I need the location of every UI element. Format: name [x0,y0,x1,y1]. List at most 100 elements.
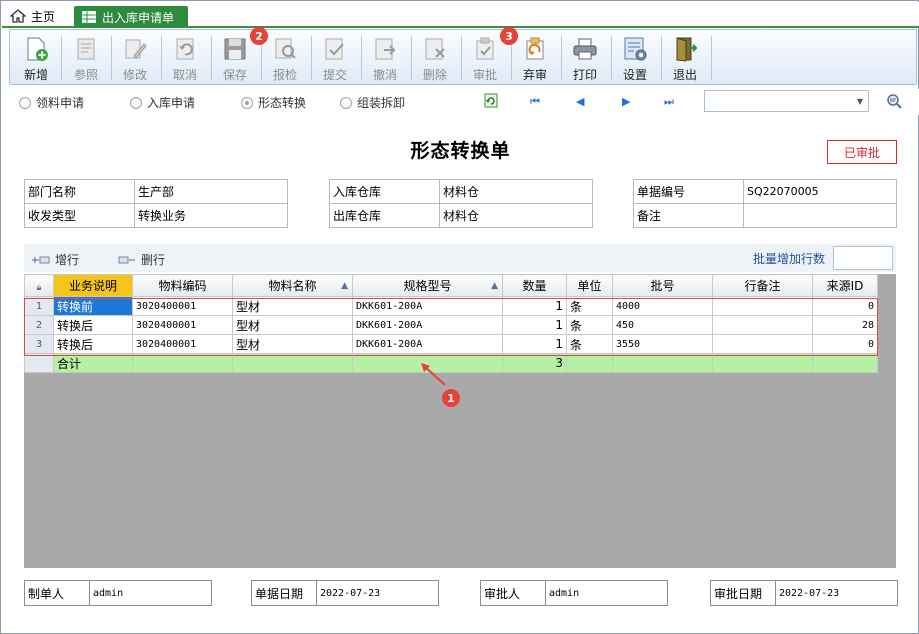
cell-spec[interactable]: DKK601-200A [352,315,503,335]
search-config-icon[interactable] [886,93,904,109]
add-row-icon [32,255,50,265]
cell-source-id[interactable]: 0 [812,296,878,316]
cell-quantity[interactable]: 1 [502,296,567,316]
cell-business-desc[interactable]: 转换前 [53,296,133,316]
info-table-warehouse: 入库仓库 材料仓 出库仓库 材料仓 [329,179,593,228]
delete-row-button[interactable]: 删行 [118,251,165,268]
cell-batch[interactable]: 3550 [612,334,713,354]
cell-material-code[interactable]: 3020400001 [132,296,233,316]
col-header[interactable]: 批号 [612,274,713,297]
inspect-button[interactable]: 报检 [261,32,309,84]
cell-business-desc[interactable]: 转换后 [53,334,133,354]
table-row[interactable]: 3 转换后 3020400001 型材 DKK601-200A 1 条 3550… [24,334,878,354]
settings-button[interactable]: 设置 [611,32,659,84]
in-warehouse-field[interactable]: 材料仓 [439,179,593,204]
col-header[interactable]: 行备注 [712,274,813,297]
new-button[interactable]: 新增 [12,32,60,84]
col-header[interactable]: 单位 [566,274,613,297]
chevron-down-icon[interactable]: ▼ [852,91,868,111]
row-number[interactable]: 1 [24,296,54,316]
footer-approver: 审批人 admin [480,580,668,606]
row-number[interactable]: 3 [24,334,54,354]
col-header[interactable]: 规格型号 ▲ [352,274,503,297]
approve-date-field[interactable]: 2022-07-23 [775,580,898,606]
cell-unit[interactable]: 条 [566,334,613,354]
cell-batch[interactable]: 4000 [612,296,713,316]
cell-row-remark[interactable] [712,296,813,316]
batch-add-label: 批量增加行数 [753,252,826,266]
radio-form-conversion[interactable]: 形态转换 [241,94,306,111]
cell-material-name[interactable]: 型材 [232,296,353,316]
last-record-button[interactable]: ⏭ [664,95,674,109]
revoke-label: 撤消 [372,68,397,82]
tab-bar: 主页 出入库申请单 [2,2,919,28]
cell-material-name[interactable]: 型材 [232,315,353,335]
row-indicator-header[interactable]: 🔒︎ [24,274,54,297]
cell-material-name[interactable]: 型材 [232,334,353,354]
tab-home[interactable]: 主页 [10,6,55,26]
creator-field[interactable]: admin [89,580,212,606]
delete-row-label: 删行 [141,253,166,267]
next-record-button[interactable]: ▶ [622,95,630,108]
radio-label: 组装拆卸 [357,96,406,110]
cell-quantity[interactable]: 1 [502,334,567,354]
revoke-button[interactable]: 撤消 [361,32,409,84]
delete-label: 删除 [422,68,447,82]
print-button[interactable]: 打印 [561,32,609,84]
unapprove-button[interactable]: 弃审 [511,32,559,84]
cell-spec[interactable]: DKK601-200A [352,296,503,316]
cell-row-remark[interactable] [712,315,813,335]
cell-spec[interactable]: DKK601-200A [352,334,503,354]
batch-add-input[interactable] [833,246,893,270]
radio-assembly-disassembly[interactable]: 组装拆卸 [340,94,405,111]
page-title: 形态转换单 [410,140,511,162]
radio-inbound-request[interactable]: 入库申请 [130,94,195,111]
total-row: 合计 3 [24,353,878,373]
table-icon [82,11,96,23]
doc-number-field[interactable]: SQ22070005 [743,179,897,204]
reference-button[interactable]: 参照 [62,32,110,84]
remark-field[interactable] [743,203,897,228]
row-number[interactable]: 2 [24,315,54,335]
print-label: 打印 [572,68,597,82]
cancel-button[interactable]: 取消 [161,32,209,84]
exit-button[interactable]: 退出 [661,32,709,84]
col-header[interactable]: 来源ID [812,274,878,297]
cell-unit[interactable]: 条 [566,296,613,316]
col-header[interactable]: 物料名称 ▲ [232,274,353,297]
submit-button[interactable]: 提交 [311,32,359,84]
cell-material-code[interactable]: 3020400001 [132,334,233,354]
approver-field[interactable]: admin [545,580,668,606]
cell-source-id[interactable]: 28 [812,315,878,335]
delete-button[interactable]: 删除 [411,32,459,84]
department-field[interactable]: 生产部 [134,179,288,204]
cell-business-desc[interactable]: 转换后 [53,315,133,335]
record-combo[interactable]: ▼ [704,90,869,112]
edit-button[interactable]: 修改 [111,32,159,84]
col-header[interactable]: 数量 [502,274,567,297]
cell-batch[interactable]: 450 [612,315,713,335]
cell-row-remark[interactable] [712,334,813,354]
cancel-label: 取消 [172,68,197,82]
reference-label: 参照 [73,68,98,82]
radio-material-request[interactable]: 领料申请 [19,94,84,111]
new-doc-icon [23,36,49,62]
cell-unit[interactable]: 条 [566,315,613,335]
txn-type-field[interactable]: 转换业务 [134,203,288,228]
prev-record-button[interactable]: ◀ [576,95,584,108]
col-header[interactable]: 物料编码 [132,274,233,297]
tab-inout-request[interactable]: 出入库申请单 [74,6,188,28]
cell-source-id[interactable]: 0 [812,334,878,354]
doc-date-field[interactable]: 2022-07-23 [316,580,439,606]
table-row[interactable]: 2 转换后 3020400001 型材 DKK601-200A 1 条 450 … [24,315,878,335]
add-row-button[interactable]: 增行 [32,251,79,268]
col-header[interactable]: 业务说明 [53,274,133,297]
cell-quantity[interactable]: 1 [502,315,567,335]
out-warehouse-field[interactable]: 材料仓 [439,203,593,228]
table-row[interactable]: 1 转换前 3020400001 型材 DKK601-200A 1 条 4000… [24,296,878,316]
cell-material-code[interactable]: 3020400001 [132,315,233,335]
refresh-icon[interactable] [484,93,498,108]
toolbar-separator [711,36,712,80]
col-header-label: 规格型号 [403,279,452,293]
first-record-button[interactable]: ⏮ [530,95,540,109]
